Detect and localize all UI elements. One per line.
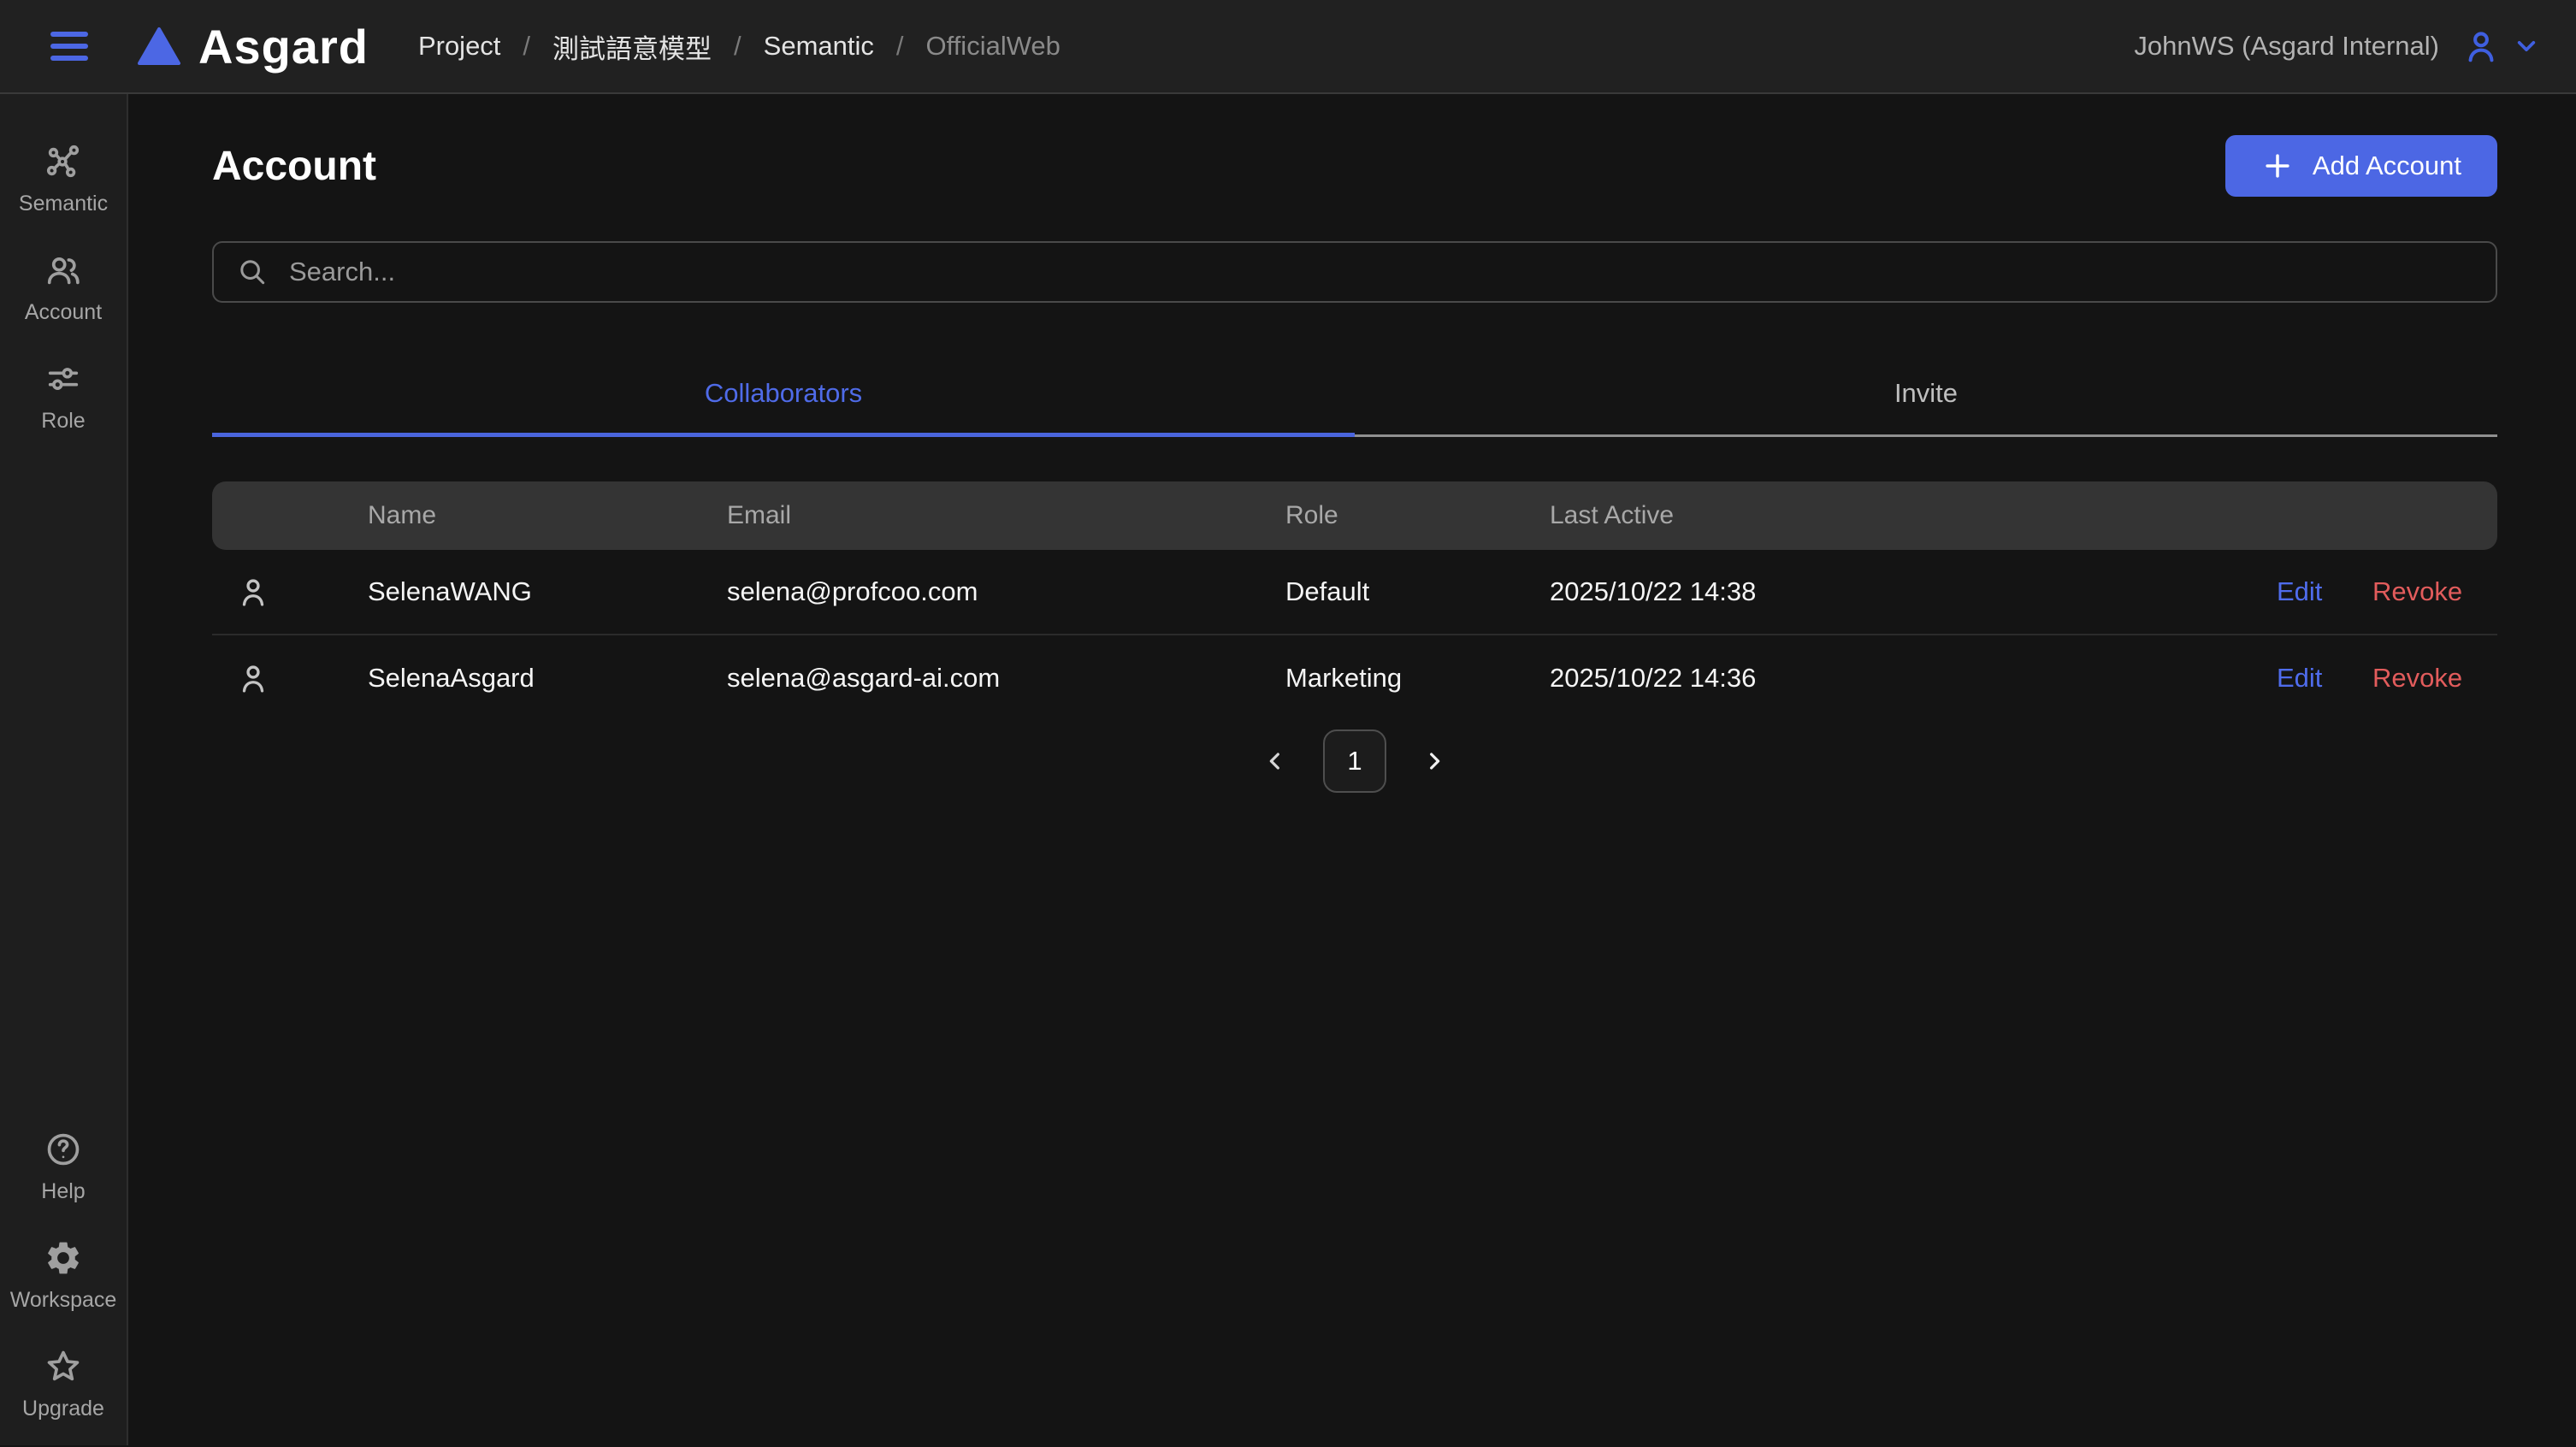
header-role: Role (1285, 501, 1550, 530)
graph-icon (44, 142, 83, 181)
sidebar: Semantic Account Role (0, 94, 128, 1445)
accounts-table: Name Email Role Last Active SelenaWANG s… (212, 481, 2497, 721)
revoke-link[interactable]: Revoke (2343, 576, 2497, 607)
sidebar-item-help[interactable]: Help (0, 1130, 127, 1204)
breadcrumb-item-model[interactable]: 測試語意模型 (552, 27, 712, 66)
brand-name: Asgard (198, 19, 369, 74)
breadcrumb-separator: / (896, 31, 904, 62)
pagination-prev-icon[interactable] (1256, 742, 1294, 780)
topbar: Asgard Project / 測試語意模型 / Semantic / Off… (0, 0, 2576, 94)
breadcrumb-separator: / (523, 31, 530, 62)
sidebar-item-label: Account (25, 300, 102, 325)
user-avatar-icon[interactable] (2461, 27, 2501, 66)
help-icon (44, 1130, 83, 1169)
breadcrumb-item-semantic[interactable]: Semantic (764, 31, 874, 62)
people-icon (44, 251, 83, 290)
pagination-page-1[interactable]: 1 (1323, 729, 1386, 793)
page-title: Account (212, 143, 376, 190)
cell-last-active: 2025/10/22 14:38 (1550, 576, 2258, 607)
sidebar-item-label: Workspace (10, 1288, 117, 1313)
sidebar-item-label: Upgrade (22, 1397, 104, 1421)
cell-role: Marketing (1285, 663, 1550, 694)
tab-invite[interactable]: Invite (1355, 354, 2497, 434)
table-row: SelenaAsgard selena@asgard-ai.com Market… (212, 635, 2497, 721)
breadcrumb-item-project[interactable]: Project (418, 31, 500, 62)
pagination: 1 (212, 729, 2497, 793)
header-name: Name (368, 501, 727, 530)
sidebar-item-workspace[interactable]: Workspace (0, 1238, 127, 1313)
edit-link[interactable]: Edit (2258, 663, 2343, 694)
star-icon (44, 1347, 83, 1386)
user-menu[interactable] (2461, 27, 2544, 66)
table-row: SelenaWANG selena@profcoo.com Default 20… (212, 550, 2497, 635)
sidebar-bottom-group: Help Workspace Upgrade (0, 1130, 127, 1421)
breadcrumb-separator: / (734, 31, 741, 62)
search-box (212, 241, 2497, 303)
cell-name: SelenaWANG (368, 576, 727, 607)
breadcrumb-item-officialweb: OfficialWeb (926, 31, 1061, 62)
hamburger-menu-icon[interactable] (50, 29, 89, 63)
cell-role: Default (1285, 576, 1550, 607)
tab-collaborators[interactable]: Collaborators (212, 354, 1355, 434)
sidebar-item-label: Semantic (19, 192, 108, 216)
user-row-avatar-icon (212, 574, 368, 610)
cell-email: selena@asgard-ai.com (727, 663, 1285, 694)
chevron-down-icon[interactable] (2509, 29, 2544, 63)
header-last-active: Last Active (1550, 501, 2258, 530)
breadcrumb: Project / 測試語意模型 / Semantic / OfficialWe… (418, 27, 1061, 66)
user-name-label: JohnWS (Asgard Internal) (2134, 31, 2439, 62)
edit-link[interactable]: Edit (2258, 576, 2343, 607)
gear-icon (44, 1238, 83, 1278)
brand[interactable]: Asgard (137, 19, 369, 74)
cell-last-active: 2025/10/22 14:36 (1550, 663, 2258, 694)
plus-icon (2261, 150, 2294, 182)
cell-email: selena@profcoo.com (727, 576, 1285, 607)
sidebar-item-label: Role (41, 409, 85, 434)
sidebar-item-role[interactable]: Role (0, 359, 127, 434)
table-header-row: Name Email Role Last Active (212, 481, 2497, 550)
user-row-avatar-icon (212, 660, 368, 696)
add-account-label: Add Account (2313, 151, 2461, 181)
main-content: Account Add Account Collaborators (128, 94, 2576, 1445)
add-account-button[interactable]: Add Account (2225, 135, 2497, 197)
sidebar-item-semantic[interactable]: Semantic (0, 142, 127, 216)
search-icon (236, 256, 269, 288)
search-input[interactable] (287, 256, 2473, 288)
header-email: Email (727, 501, 1285, 530)
sidebar-item-upgrade[interactable]: Upgrade (0, 1347, 127, 1421)
sidebar-item-label: Help (41, 1179, 85, 1204)
sliders-icon (44, 359, 83, 399)
cell-name: SelenaAsgard (368, 663, 727, 694)
logo-triangle-icon (137, 27, 181, 66)
revoke-link[interactable]: Revoke (2343, 663, 2497, 694)
pagination-next-icon[interactable] (1415, 742, 1453, 780)
sidebar-item-account[interactable]: Account (0, 251, 127, 325)
tabbar: Collaborators Invite (212, 354, 2497, 437)
